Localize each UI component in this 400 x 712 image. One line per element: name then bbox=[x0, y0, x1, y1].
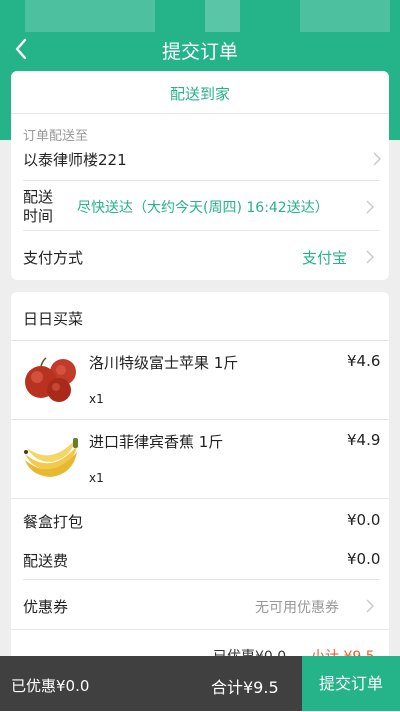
banana-icon bbox=[24, 438, 78, 477]
chevron-right-icon bbox=[366, 250, 374, 264]
divider bbox=[11, 419, 389, 420]
payment-value: 支付宝 bbox=[302, 249, 348, 267]
store-name: 日日买菜 bbox=[23, 310, 84, 328]
item-quantity: x1 bbox=[89, 471, 104, 485]
chevron-right-icon bbox=[373, 152, 381, 166]
divider bbox=[11, 340, 389, 341]
delivery-time-label-line1: 配送 bbox=[23, 188, 54, 206]
bottom-bar: 已优惠¥0.0 合计¥9.5 提交订单 bbox=[0, 656, 400, 711]
delivery-time-label-line2: 时间 bbox=[23, 207, 54, 225]
bottom-discount: 已优惠¥0.0 bbox=[11, 677, 90, 695]
delivery-fee-value: ¥0.0 bbox=[347, 550, 381, 568]
divider bbox=[23, 230, 379, 231]
item-price: ¥4.9 bbox=[347, 431, 381, 449]
item-name: 进口菲律宾香蕉 1斤 bbox=[89, 433, 224, 451]
status-bar-blur bbox=[300, 0, 390, 32]
coupon-value: 无可用优惠券 bbox=[255, 600, 339, 616]
packaging-label: 餐盒打包 bbox=[23, 513, 84, 531]
address-value: 以泰律师楼221 bbox=[23, 151, 127, 169]
order-total: 合计¥9.5 bbox=[211, 678, 279, 697]
divider bbox=[11, 113, 389, 114]
item-name: 洛川特级富士苹果 1斤 bbox=[89, 354, 239, 372]
submit-order-button[interactable]: 提交订单 bbox=[302, 656, 400, 711]
address-label: 订单配送至 bbox=[23, 129, 89, 144]
chevron-right-icon bbox=[366, 599, 374, 613]
chevron-right-icon bbox=[366, 200, 374, 214]
delivery-fee-label: 配送费 bbox=[23, 552, 69, 570]
divider bbox=[11, 498, 389, 499]
delivery-mode-title[interactable]: 配送到家 bbox=[11, 83, 389, 104]
divider bbox=[23, 180, 379, 181]
page-title: 提交订单 bbox=[161, 41, 238, 63]
item-quantity: x1 bbox=[89, 392, 104, 406]
packaging-value: ¥0.0 bbox=[347, 511, 381, 529]
divider bbox=[23, 579, 379, 580]
coupon-label: 优惠券 bbox=[23, 598, 69, 616]
order-card: 日日买菜 洛川特级富士苹果 1斤 ¥4.6 x1 进口菲律宾香蕉 1斤 ¥4.9… bbox=[11, 292, 389, 712]
status-bar-blur bbox=[205, 0, 240, 32]
divider bbox=[11, 629, 389, 630]
item-price: ¥4.6 bbox=[347, 352, 381, 370]
apple-icon bbox=[25, 357, 76, 402]
status-bar-blur bbox=[25, 0, 155, 32]
navigation-bar: 提交订单 bbox=[0, 32, 400, 68]
payment-label: 支付方式 bbox=[23, 249, 84, 267]
delivery-time-value: 尽快送达（大约今天(周四) 16:42送达） bbox=[77, 200, 329, 216]
delivery-card: 配送到家 订单配送至 以泰律师楼221 配送 时间 尽快送达（大约今天(周四) … bbox=[11, 71, 389, 280]
status-bar bbox=[0, 0, 400, 32]
